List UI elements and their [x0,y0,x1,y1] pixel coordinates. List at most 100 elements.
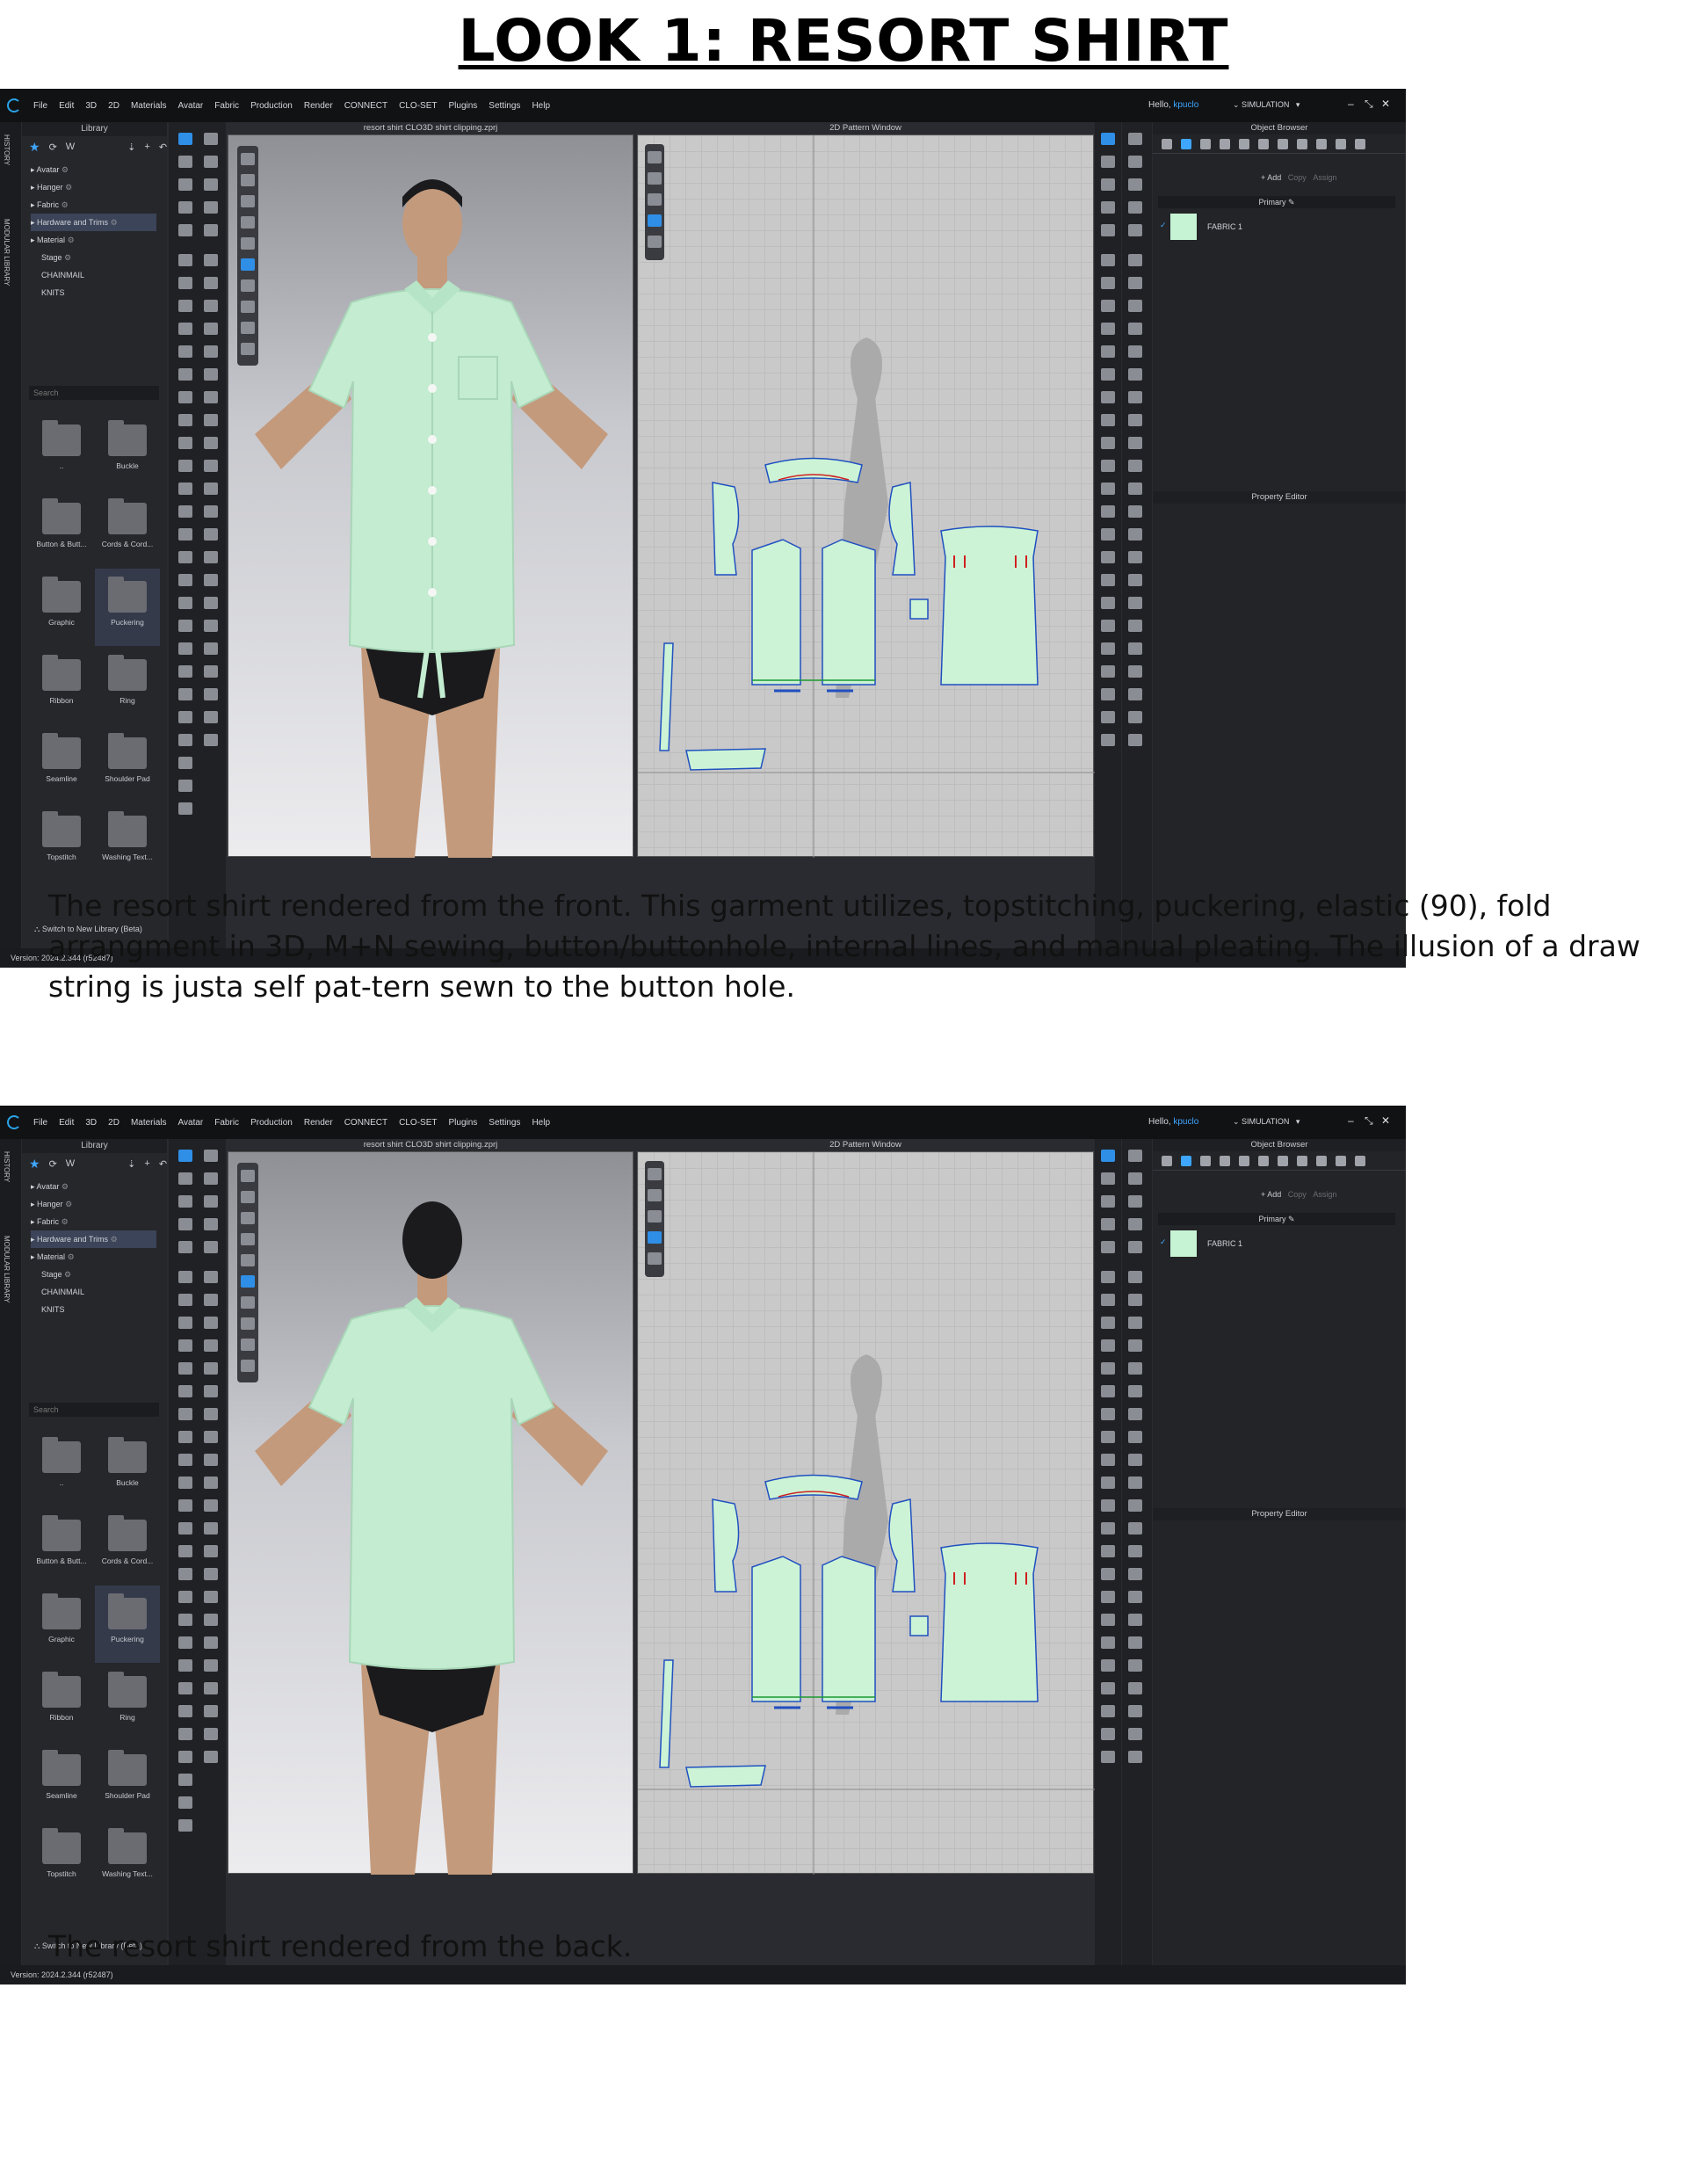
tool-icon[interactable] [1128,1362,1142,1375]
tool-icon[interactable] [1128,368,1142,381]
tool-icon[interactable] [1101,368,1115,381]
tool-icon[interactable] [178,1774,192,1786]
tool-icon[interactable] [178,1499,192,1512]
tool-icon[interactable] [1128,345,1142,358]
tool-icon[interactable] [1128,1408,1142,1420]
tool-icon[interactable] [178,574,192,586]
tool-icon[interactable] [1128,156,1142,168]
tool-icon[interactable] [204,1339,218,1352]
menu-production[interactable]: Production [250,101,293,111]
tool-icon[interactable] [178,1385,192,1397]
tool-icon[interactable] [1101,391,1115,403]
library-tree-item[interactable]: ▸ Hardware and Trims ⚙ [31,214,156,231]
tool-icon[interactable] [178,688,192,700]
tool-icon[interactable] [178,757,192,769]
menu-clo-set[interactable]: CLO-SET [399,1118,437,1128]
object-browser-tab-icon[interactable] [1355,139,1365,149]
tool-icon[interactable] [1101,528,1115,541]
library-folder[interactable]: Button & Butt... [29,1507,94,1585]
minimize-icon[interactable]: – [1348,98,1354,110]
tool-icon[interactable] [204,1522,218,1535]
library-folder[interactable]: Buckle [95,412,160,490]
tool-icon[interactable] [204,1614,218,1626]
tool-icon[interactable] [1101,1339,1115,1352]
tool-icon[interactable] [204,1385,218,1397]
tool-icon[interactable] [1101,551,1115,563]
tool-icon[interactable] [178,528,192,541]
tool-icon[interactable] [1128,734,1142,746]
tool-icon[interactable] [1128,300,1142,312]
tool-icon[interactable] [204,711,218,723]
close-icon[interactable]: ✕ [1381,1114,1390,1127]
object-browser-tab-icon[interactable] [1278,139,1288,149]
tool-icon[interactable] [204,277,218,289]
tool-icon[interactable] [1101,1705,1115,1717]
tool-icon[interactable] [1101,620,1115,632]
vertex-icon[interactable]: W [66,141,75,152]
tool-icon[interactable] [204,1591,218,1603]
add-icon[interactable]: + [144,141,149,152]
tool-icon[interactable] [178,1522,192,1535]
tool-icon[interactable] [204,1728,218,1740]
tool-icon[interactable] [1101,437,1115,449]
tool-icon[interactable] [178,1271,192,1283]
3d-viewport[interactable] [228,1151,634,1875]
tool-icon[interactable] [178,1545,192,1557]
tool-icon[interactable] [1128,1339,1142,1352]
menu-help[interactable]: Help [532,101,550,111]
tool-icon[interactable] [1128,574,1142,586]
tool-icon[interactable] [1128,1568,1142,1580]
library-folder[interactable]: Buckle [95,1429,160,1506]
tool-icon[interactable] [204,1454,218,1466]
tool-icon[interactable] [178,1195,192,1208]
refresh-icon[interactable]: ⟳ [49,1158,57,1170]
tool-icon[interactable] [1101,224,1115,236]
library-folder[interactable]: .. [29,412,94,490]
tool-icon[interactable] [1128,1705,1142,1717]
tool-icon[interactable] [1128,1477,1142,1489]
menu-settings[interactable]: Settings [489,1118,520,1128]
tool-icon[interactable] [1101,1172,1115,1185]
tool-icon[interactable] [1101,1751,1115,1763]
tool-icon[interactable] [178,1796,192,1809]
object-browser-tab-icon[interactable] [1200,139,1211,149]
tool-icon[interactable] [204,1271,218,1283]
tool-icon[interactable] [1128,711,1142,723]
library-tree-item[interactable]: ▸ Material ⚙ [31,231,167,249]
fabric-add-button[interactable]: + Add [1261,173,1281,182]
object-browser-tab-icon[interactable] [1336,1156,1346,1166]
object-browser-tab-icon[interactable] [1220,1156,1230,1166]
tool-icon[interactable] [204,1477,218,1489]
tool-icon[interactable] [1101,1568,1115,1580]
tool-icon[interactable] [178,1614,192,1626]
tool-icon[interactable] [178,345,192,358]
tool-icon[interactable] [1101,1591,1115,1603]
tool-icon[interactable] [1101,688,1115,700]
library-tree-item[interactable]: ▸ Fabric ⚙ [31,196,167,214]
tool-icon[interactable] [178,1218,192,1230]
tool-icon[interactable] [204,597,218,609]
tool-icon[interactable] [1128,528,1142,541]
tool-icon[interactable] [204,201,218,214]
menu-connect[interactable]: CONNECT [344,101,387,111]
tool-icon[interactable] [178,505,192,518]
tool-icon[interactable] [1101,1454,1115,1466]
library-folder[interactable]: Topstitch [29,1820,94,1897]
tool-icon[interactable] [204,1499,218,1512]
tool-icon[interactable] [1101,642,1115,655]
library-tree-item[interactable]: CHAINMAIL [31,266,167,284]
history-tab[interactable]: HISTORY [3,1151,11,1182]
tool-icon[interactable] [204,178,218,191]
library-folder[interactable]: Shoulder Pad [95,1742,160,1819]
tool-icon[interactable] [1128,1294,1142,1306]
tool-icon[interactable] [178,551,192,563]
tool-icon[interactable] [204,1659,218,1672]
tool-icon[interactable] [1101,711,1115,723]
tool-icon[interactable] [1101,133,1115,145]
tool-icon[interactable] [178,620,192,632]
tool-icon[interactable] [178,1751,192,1763]
tool-icon[interactable] [1128,1751,1142,1763]
tool-icon[interactable] [1128,665,1142,678]
assign-button[interactable]: Assign [1313,173,1336,182]
menu-fabric[interactable]: Fabric [214,101,239,111]
